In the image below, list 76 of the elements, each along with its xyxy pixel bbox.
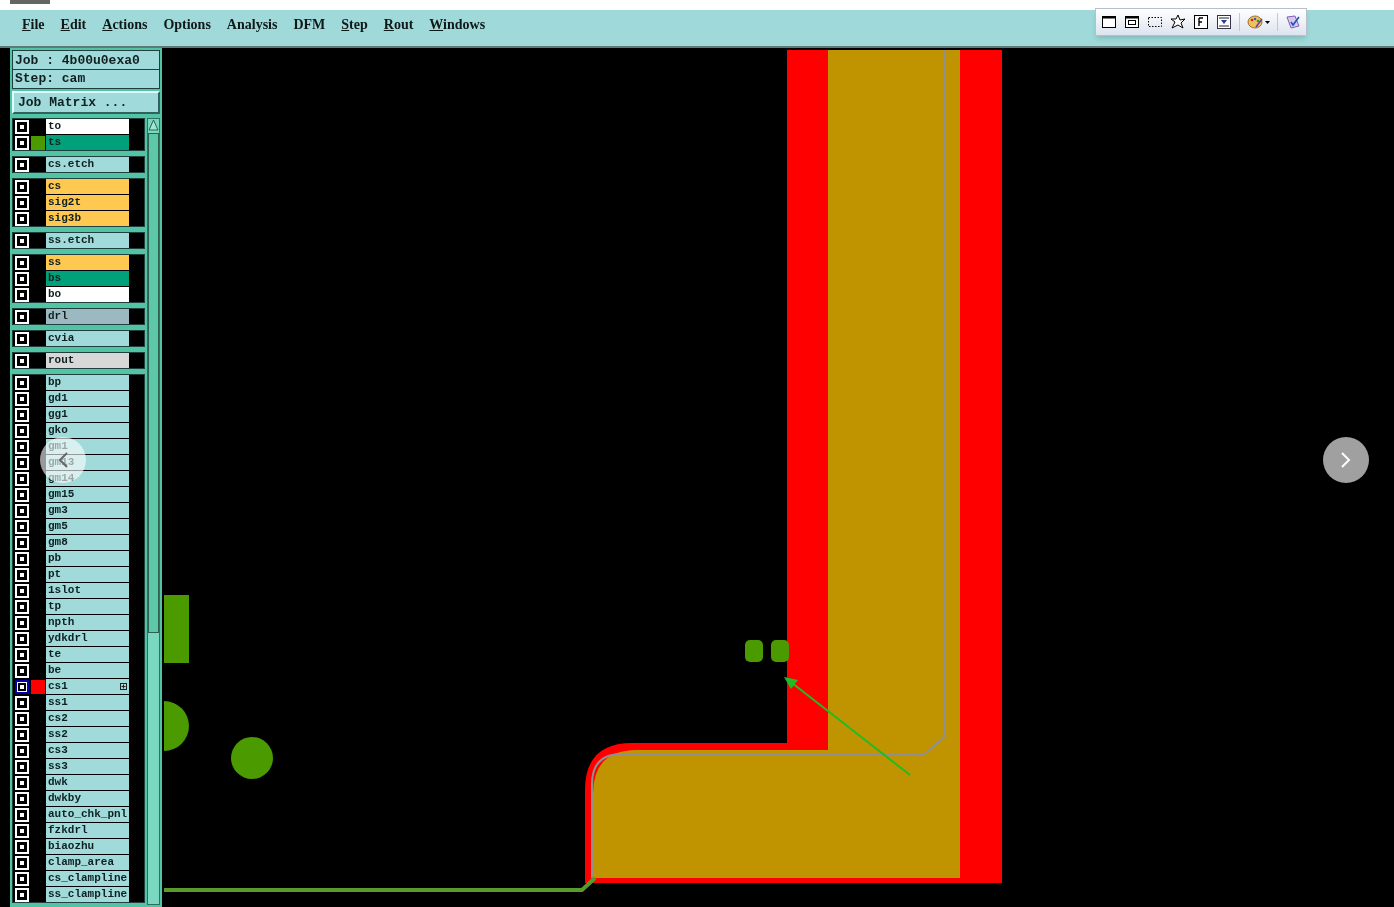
layer-name[interactable]: ss [46,255,129,270]
layer-name[interactable]: ts [46,135,129,150]
layer-name[interactable]: sig3b [46,211,129,226]
layer-name[interactable]: ss3 [46,759,129,774]
menu-item[interactable]: Windows [429,14,486,35]
layer-name[interactable]: pb [46,551,129,566]
layer-name[interactable]: ydkdrl [46,631,129,646]
layer-name[interactable]: tp [46,599,129,614]
layer-name[interactable]: rout [46,353,129,368]
rect-pad [164,595,189,663]
layer-name[interactable]: npth [46,615,129,630]
layer-name[interactable]: cvia [46,331,129,346]
menu-item[interactable]: Options [163,14,211,35]
layer-name[interactable]: gg1 [46,407,129,422]
job-matrix-button[interactable]: Job Matrix ... [12,91,160,114]
round-pad [231,737,273,779]
layer-name[interactable]: gko [46,423,129,438]
layer-name[interactable]: auto_chk_pnl [46,807,129,822]
scrollbar[interactable] [147,118,160,905]
menu-item[interactable]: Edit [60,14,87,35]
layer-name[interactable]: cs2 [46,711,129,726]
job-name: Job : 4b00u0exa0 [13,51,159,70]
layer-name[interactable]: gm3 [46,503,129,518]
layer-name[interactable]: gm15 [46,487,129,502]
layer-name[interactable]: dwk [46,775,129,790]
smd-pad [771,640,789,662]
layer-name[interactable]: cs1 [46,679,129,694]
dropdown-caret-icon[interactable] [1265,20,1270,24]
layer-name[interactable]: fzkdrl [46,823,129,838]
layer-name[interactable]: ss2 [46,727,129,742]
restore-window-icon[interactable] [1124,14,1140,30]
layer-toggle[interactable] [14,679,29,694]
layer-name[interactable]: te [46,647,129,662]
layer-name[interactable]: be [46,663,129,678]
smd-pad [745,640,763,662]
scroll-up-icon[interactable] [148,119,159,131]
layer-name[interactable]: dwkby [46,791,129,806]
expand-icon [120,683,127,690]
layer-name[interactable]: bs [46,271,129,286]
layer-name[interactable]: gd1 [46,391,129,406]
layer-name[interactable]: cs3 [46,743,129,758]
layer-name[interactable]: bp [46,375,129,390]
window-corner [10,0,50,4]
layer-name[interactable]: clamp_area [46,855,129,870]
layer-name[interactable]: ss_clampline [46,887,129,902]
layer-name[interactable]: gm5 [46,519,129,534]
dashed-rectangle-icon[interactable] [1147,14,1163,30]
chevron-right-icon [1340,451,1352,469]
layer-name[interactable]: cs.etch [46,157,129,172]
step-name: Step: cam [14,70,87,88]
menu-item[interactable]: Step [341,14,368,35]
menu-item[interactable]: Analysis [226,14,278,35]
scrollbar-thumb[interactable] [148,133,159,633]
layer-name[interactable]: bo [46,287,129,302]
letter-frame-icon[interactable] [1193,14,1209,30]
layer-name[interactable]: cs [46,179,129,194]
menu-item[interactable]: Actions [102,14,148,35]
layer-name[interactable]: sig2t [46,195,129,210]
layer-name[interactable]: to [46,119,129,134]
layer-name[interactable]: drl [46,309,129,324]
list-download-icon[interactable] [1216,14,1232,30]
layer-name[interactable]: pt [46,567,129,582]
menu-item[interactable]: File [22,14,45,35]
layer-name[interactable]: cs_clampline [46,871,129,886]
window-icon[interactable] [1101,14,1117,30]
layer-name[interactable]: ss.etch [46,233,129,248]
palette-icon[interactable] [1247,14,1263,30]
menu-item[interactable]: Rout [383,14,414,35]
layer-name[interactable]: biaozhu [46,839,129,854]
layer-name[interactable]: gm8 [46,535,129,550]
previous-page-overlay[interactable] [40,437,86,483]
checklist-icon[interactable] [1285,14,1301,30]
layer-name[interactable]: 1slot [46,583,129,598]
menu-item[interactable]: DFM [293,14,326,35]
layer-name[interactable]: ss1 [46,695,129,710]
half-round-pad [164,701,189,751]
